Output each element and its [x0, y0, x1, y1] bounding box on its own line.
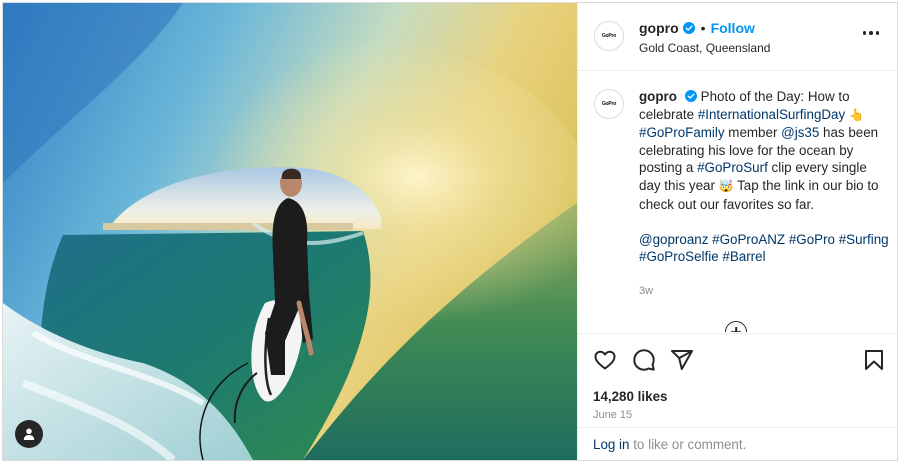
- instagram-post: GoPro gopro • Follow Gold Coast, Queensl…: [2, 2, 898, 461]
- login-link[interactable]: Log in: [593, 437, 629, 452]
- hashtag-link[interactable]: #GoProSelfie: [639, 249, 719, 264]
- more-options-button[interactable]: [859, 27, 884, 39]
- like-button[interactable]: [593, 348, 617, 372]
- mention-link[interactable]: @js35: [781, 125, 819, 140]
- hashtag-link[interactable]: #Surfing: [839, 232, 889, 247]
- login-prompt: Log in to like or comment.: [578, 427, 897, 460]
- caption-text: member: [724, 125, 782, 141]
- more-dot-icon: [869, 31, 873, 35]
- hashtag-link[interactable]: #GoProSurf: [697, 160, 768, 175]
- post-actions: 14,280 likes June 15: [578, 333, 897, 427]
- comment-button[interactable]: [632, 348, 656, 372]
- more-dot-icon: [862, 31, 866, 35]
- login-prompt-text: to like or comment.: [629, 437, 747, 452]
- tagged-user-button[interactable]: [15, 420, 43, 448]
- hashtag-link[interactable]: #GoProFamily: [639, 125, 725, 140]
- caption-time-ago[interactable]: 3w: [639, 285, 653, 297]
- avatar[interactable]: GoPro: [594, 89, 624, 119]
- post-caption: gopro Photo of the Day: How to celebrate…: [639, 88, 889, 266]
- caption-username-link[interactable]: gopro: [639, 89, 677, 104]
- avatar[interactable]: GoPro: [594, 21, 624, 51]
- load-more-comments-button[interactable]: [725, 321, 747, 332]
- caption-section: GoPro gopro Photo of the Day: How to cel…: [578, 72, 897, 332]
- paper-plane-icon: [671, 350, 693, 370]
- hashtag-link[interactable]: #GoProANZ: [712, 232, 785, 247]
- user-icon: [23, 428, 35, 440]
- gopro-logo: GoPro: [601, 33, 617, 39]
- bookmark-icon: [865, 350, 883, 370]
- exploding-head-emoji-icon: 🤯: [718, 178, 734, 193]
- location-link[interactable]: Gold Coast, Queensland: [639, 41, 770, 55]
- share-button[interactable]: [670, 348, 694, 372]
- verified-badge-icon: [682, 22, 695, 34]
- separator-dot: •: [700, 20, 706, 36]
- hashtag-link[interactable]: #GoPro: [789, 232, 835, 247]
- more-dot-icon: [875, 31, 879, 35]
- verified-badge-icon: [684, 90, 697, 102]
- hashtag-link[interactable]: #Barrel: [722, 249, 765, 264]
- comment-icon: [633, 349, 655, 371]
- mention-link[interactable]: @goproanz: [639, 232, 708, 247]
- username-link[interactable]: gopro: [639, 20, 679, 36]
- pointing-up-emoji-icon: 👆: [848, 107, 864, 122]
- likes-count[interactable]: 14,280 likes: [593, 389, 667, 404]
- hashtag-link[interactable]: #InternationalSurfingDay: [698, 107, 845, 122]
- heart-icon: [594, 350, 616, 370]
- save-button[interactable]: [862, 348, 886, 372]
- follow-button[interactable]: Follow: [711, 20, 755, 36]
- post-date[interactable]: June 15: [593, 409, 632, 421]
- post-photo[interactable]: [3, 3, 577, 460]
- gopro-logo: GoPro: [601, 101, 617, 107]
- surfer-barrel-photo: [3, 3, 577, 460]
- post-header: GoPro gopro • Follow Gold Coast, Queensl…: [578, 3, 897, 71]
- post-side-panel: GoPro gopro • Follow Gold Coast, Queensl…: [577, 3, 897, 460]
